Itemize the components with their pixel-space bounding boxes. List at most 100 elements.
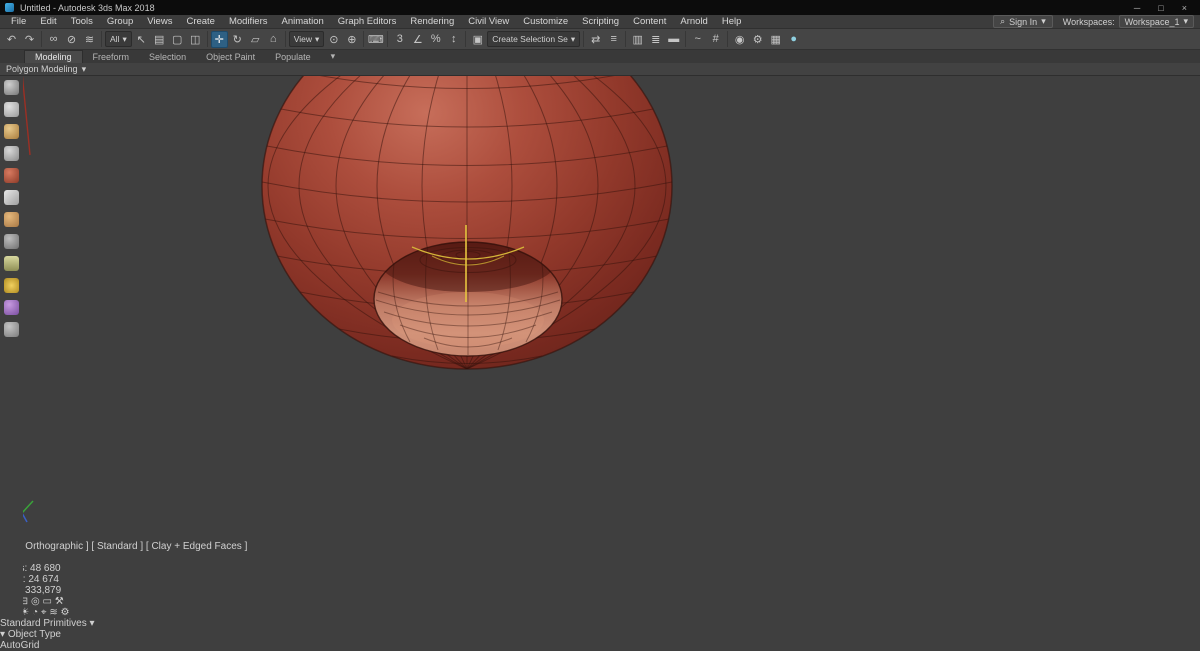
left-tool-icon-1[interactable] <box>4 80 19 95</box>
select-and-manipulate-icon[interactable]: ⊕ <box>343 31 360 48</box>
object-type-rollout-header[interactable]: ▾ Object Type <box>0 629 1200 640</box>
left-tool-icon-7[interactable] <box>4 212 19 227</box>
rendered-frame-window-icon[interactable]: ▦ <box>767 31 784 48</box>
menu-item-tools[interactable]: Tools <box>64 16 100 27</box>
select-by-name-icon[interactable]: ▤ <box>151 31 168 48</box>
selection-filter-dropdown[interactable]: All ▾ <box>105 31 132 47</box>
menu-item-arnold[interactable]: Arnold <box>673 16 714 27</box>
select-and-place-icon[interactable]: ⌂ <box>265 31 282 48</box>
menu-item-civil-view[interactable]: Civil View <box>461 16 516 27</box>
maximize-button[interactable]: □ <box>1158 3 1163 13</box>
toggle-ribbon-icon[interactable]: ▬ <box>665 31 682 48</box>
select-and-move-icon[interactable]: ✛ <box>210 30 228 48</box>
curve-editor-icon[interactable]: ~ <box>689 31 706 48</box>
motion-tab-icon[interactable]: ◎ <box>31 596 40 607</box>
workspace-dropdown[interactable]: Workspace_1 ▾ <box>1118 15 1194 28</box>
menu-item-help[interactable]: Help <box>715 16 749 27</box>
menu-item-group[interactable]: Group <box>100 16 140 27</box>
left-toolbar <box>0 76 23 616</box>
left-tool-icon-17[interactable] <box>4 432 19 447</box>
scene-3d[interactable] <box>0 0 1019 538</box>
left-tool-icon-19[interactable] <box>4 476 19 491</box>
undo-icon[interactable]: ↶ <box>3 31 20 48</box>
align-icon[interactable]: ≡ <box>605 31 622 48</box>
menu-item-file[interactable]: File <box>4 16 33 27</box>
sign-in-button[interactable]: ⌕ Sign In ▾ <box>993 15 1053 28</box>
left-tool-icon-5[interactable] <box>4 168 19 183</box>
minimize-button[interactable]: ─ <box>1134 3 1140 13</box>
reference-coordinate-dropdown[interactable]: View ▾ <box>288 31 325 47</box>
left-tool-icon-2[interactable] <box>4 102 19 117</box>
space-warps-category-icon[interactable]: ≋ <box>49 607 57 618</box>
toggle-layer-explorer-icon[interactable]: ≣ <box>647 31 664 48</box>
left-tool-icon-16[interactable] <box>4 410 19 425</box>
named-selection-sets-dropdown[interactable]: Create Selection Se ▾ <box>487 31 581 47</box>
toggle-scene-explorer-icon[interactable]: ▥ <box>629 31 646 48</box>
unlink-selection-icon[interactable]: ⊘ <box>63 31 80 48</box>
left-tool-icon-13[interactable] <box>4 344 19 359</box>
tab-populate[interactable]: Populate <box>265 50 321 63</box>
menu-item-content[interactable]: Content <box>626 16 673 27</box>
menu-item-modifiers[interactable]: Modifiers <box>222 16 275 27</box>
left-tool-icon-15[interactable] <box>4 388 19 403</box>
select-and-uniform-scale-icon[interactable]: ▱ <box>247 31 264 48</box>
left-tool-icon-3[interactable] <box>4 124 19 139</box>
close-button[interactable]: × <box>1182 3 1187 13</box>
menu-item-animation[interactable]: Animation <box>275 16 331 27</box>
select-object-icon[interactable]: ↖ <box>133 31 150 48</box>
percent-snap-toggle-icon[interactable]: % <box>427 31 444 48</box>
ribbon-options-icon[interactable]: ▾ <box>321 50 346 63</box>
window-crossing-toggle-icon[interactable]: ◫ <box>187 31 204 48</box>
primitive-category-dropdown[interactable]: Standard Primitives ▾ <box>0 618 1200 629</box>
toolbar-separator <box>101 31 102 47</box>
bind-to-space-warp-icon[interactable]: ≋ <box>81 31 98 48</box>
left-tool-icon-11[interactable] <box>4 300 19 315</box>
menu-item-rendering[interactable]: Rendering <box>403 16 461 27</box>
menu-item-customize[interactable]: Customize <box>516 16 575 27</box>
snaps-toggle-3d-icon[interactable]: 3 <box>391 31 408 48</box>
schematic-view-icon[interactable]: # <box>707 31 724 48</box>
left-tool-icon-6[interactable] <box>4 190 19 205</box>
utilities-tab-icon[interactable]: ⚒ <box>55 596 64 607</box>
material-editor-icon[interactable]: ◉ <box>731 31 748 48</box>
tab-freeform[interactable]: Freeform <box>83 50 140 63</box>
viewport-statistics: Total Polys: 48 680 Verts: 24 674 FPS: 3… <box>0 552 1200 596</box>
angle-snap-toggle-icon[interactable]: ∠ <box>409 31 426 48</box>
menu-item-scripting[interactable]: Scripting <box>575 16 626 27</box>
helpers-category-icon[interactable]: ⌖ <box>41 607 47 618</box>
left-tool-icon-8[interactable] <box>4 234 19 249</box>
keyboard-shortcut-override-icon[interactable]: ⌨ <box>367 31 384 48</box>
left-tool-icon-14[interactable] <box>4 366 19 381</box>
polygon-modeling-panel[interactable]: Polygon Modeling <box>6 64 78 74</box>
viewport-canvas[interactable]: [ + ] [ Orthographic ] [ Standard ] [ Cl… <box>0 0 1200 596</box>
tab-selection[interactable]: Selection <box>139 50 196 63</box>
menu-item-create[interactable]: Create <box>179 16 222 27</box>
tab-modeling[interactable]: Modeling <box>24 50 83 63</box>
spinner-snap-toggle-icon[interactable]: ↕ <box>445 31 462 48</box>
select-and-link-icon[interactable]: ∞ <box>45 31 62 48</box>
left-tool-icon-4[interactable] <box>4 146 19 161</box>
viewport-label[interactable]: [ + ] [ Orthographic ] [ Standard ] [ Cl… <box>0 541 1200 552</box>
reference-coordinate-value: View <box>293 34 313 44</box>
menu-item-views[interactable]: Views <box>140 16 179 27</box>
mirror-icon[interactable]: ⇄ <box>587 31 604 48</box>
edit-named-selection-sets-icon[interactable]: ▣ <box>469 31 486 48</box>
select-and-rotate-icon[interactable]: ↻ <box>229 31 246 48</box>
left-tool-icon-12[interactable] <box>4 322 19 337</box>
cameras-category-icon[interactable]: ◔ <box>32 607 38 618</box>
menu-item-edit[interactable]: Edit <box>33 16 63 27</box>
command-panel-tabs: + ∼ ⊟ ◎ ▭ ⚒ <box>0 596 1200 607</box>
rectangular-selection-region-icon[interactable]: ▢ <box>169 31 186 48</box>
redo-icon[interactable]: ↷ <box>21 31 38 48</box>
render-setup-icon[interactable]: ⚙ <box>749 31 766 48</box>
left-tool-icon-10[interactable] <box>4 278 19 293</box>
tab-object-paint[interactable]: Object Paint <box>196 50 265 63</box>
workspace-value: Workspace_1 <box>1124 16 1180 27</box>
systems-category-icon[interactable]: ⚙ <box>61 607 70 618</box>
left-tool-icon-18[interactable] <box>4 454 19 469</box>
render-production-icon[interactable]: ● <box>785 31 802 48</box>
menu-item-graph-editors[interactable]: Graph Editors <box>331 16 404 27</box>
left-tool-icon-9[interactable] <box>4 256 19 271</box>
use-pivot-point-center-icon[interactable]: ⊙ <box>325 31 342 48</box>
display-tab-icon[interactable]: ▭ <box>42 596 51 607</box>
